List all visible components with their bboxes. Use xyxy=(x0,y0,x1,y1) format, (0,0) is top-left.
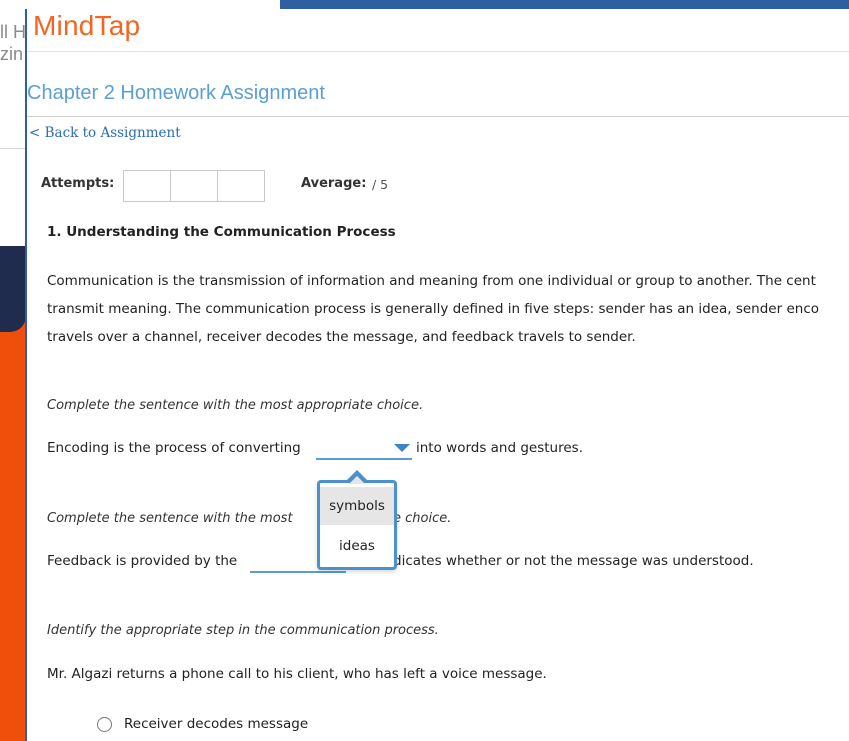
part1-sentence-before: Encoding is the process of converting xyxy=(47,440,301,456)
dropdown-pointer-inner xyxy=(349,476,365,484)
chevron-down-icon[interactable] xyxy=(394,444,410,452)
background-orange-panel xyxy=(0,315,26,741)
paragraph-line: transmit meaning. The communication proc… xyxy=(47,301,819,317)
dropdown-menu: symbols ideas xyxy=(317,480,397,570)
top-bar: MindTap xyxy=(27,9,849,52)
part2-instruction-left: Complete the sentence with the most xyxy=(47,511,293,526)
part3-instruction: Identify the appropriate step in the com… xyxy=(47,623,439,638)
part2-sentence-after: and indicates whether or not the message… xyxy=(351,553,754,569)
part2-sentence-before: Feedback is provided by the xyxy=(47,553,238,569)
paragraph-line: Communication is the transmission of inf… xyxy=(47,273,816,289)
question-paragraph: Communication is the transmission of inf… xyxy=(47,267,849,351)
paragraph-line: travels over a channel, receiver decodes… xyxy=(47,329,636,345)
attempt-box xyxy=(124,171,171,201)
answer-option[interactable]: Receiver decodes message xyxy=(97,716,308,732)
attempt-box xyxy=(218,171,264,201)
background-top-strip xyxy=(280,0,849,9)
part2-instruction-right: e choice. xyxy=(393,511,452,526)
mindtap-window: MindTap Chapter 2 Homework Assignment < … xyxy=(25,9,849,741)
average-value: / 5 xyxy=(372,177,389,192)
question-heading: 1. Understanding the Communication Proce… xyxy=(47,224,396,240)
part1-instruction: Complete the sentence with the most appr… xyxy=(47,398,424,413)
attempts-boxes xyxy=(123,170,265,202)
part1-sentence-after: into words and gestures. xyxy=(416,440,583,456)
title-divider xyxy=(27,116,849,117)
background-divider xyxy=(0,148,26,149)
page-title: Chapter 2 Homework Assignment xyxy=(27,82,325,104)
part1-dropdown-blank[interactable] xyxy=(316,438,412,460)
back-to-assignment-link[interactable]: < Back to Assignment xyxy=(29,125,181,141)
radio-button[interactable] xyxy=(97,716,112,732)
dropdown-option-ideas[interactable]: ideas xyxy=(320,527,394,565)
answer-option-label[interactable]: Receiver decodes message xyxy=(124,716,308,732)
attempts-label: Attempts: xyxy=(41,176,115,191)
background-text-2: zin xyxy=(0,44,24,64)
dropdown-option-symbols[interactable]: symbols xyxy=(320,487,394,525)
background-text-1: ll H xyxy=(0,22,26,42)
attempt-box xyxy=(171,171,218,201)
background-dark-shape xyxy=(0,246,26,332)
mindtap-logo[interactable]: MindTap xyxy=(33,10,140,42)
average-label: Average: xyxy=(301,176,367,191)
part3-scenario: Mr. Algazi returns a phone call to his c… xyxy=(47,666,547,682)
